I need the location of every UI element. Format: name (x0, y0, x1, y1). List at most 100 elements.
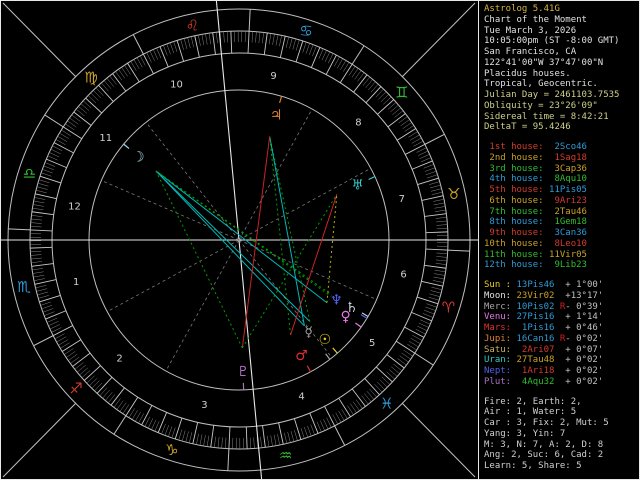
degree-tick (431, 191, 443, 195)
degree-tick (31, 215, 43, 217)
degree-tick (157, 412, 168, 433)
degree-tick (37, 182, 49, 187)
degree-tick (212, 32, 216, 55)
sign-divider (227, 448, 230, 471)
house-cusp-line (101, 180, 240, 241)
house-cusp-line (145, 122, 240, 241)
degree-tick (320, 420, 326, 431)
degree-tick (30, 257, 42, 260)
degree-tick (411, 160, 433, 170)
degree-tick (378, 91, 387, 100)
degree-tick (433, 202, 445, 206)
degree-tick (433, 199, 445, 202)
degree-tick (210, 425, 215, 448)
degree-tick (36, 186, 48, 190)
degree-tick (149, 50, 155, 61)
degree-tick (142, 53, 154, 74)
degree-tick (303, 426, 309, 438)
degree-tick (294, 430, 298, 441)
sagittarius-sign-icon: ♐ (69, 379, 82, 397)
degree-tick (214, 436, 216, 448)
info-line: 10:05:00pm (ST -8:00 GMT) (484, 36, 620, 47)
degree-tick (45, 310, 67, 320)
sign-divider (334, 425, 346, 446)
aspect-line-opposition (269, 136, 305, 327)
house-row: 7th house: 2Tau46 (484, 206, 587, 217)
leo-sign-icon: ♌ (186, 16, 199, 34)
degree-tick (50, 148, 61, 155)
degree-tick (411, 311, 432, 322)
degree-tick (434, 273, 446, 276)
sign-divider (33, 335, 54, 347)
degree-tick (434, 209, 446, 212)
degree-tick (185, 431, 189, 443)
degree-tick (189, 432, 193, 444)
planet-row: Mars: 1Pis16 + 0°46' (484, 323, 604, 333)
degree-tick (51, 327, 62, 333)
degree-tick (159, 46, 169, 68)
house-number: 3 (201, 400, 207, 411)
degree-tick (44, 311, 55, 316)
house-number: 7 (399, 194, 405, 205)
house-row: 4th house: 8Aqu10 (484, 174, 587, 185)
angle-axis-line (215, 1, 240, 241)
degree-tick (429, 184, 441, 189)
degree-tick (285, 36, 289, 48)
degree-tick (190, 36, 194, 48)
degree-tick (178, 429, 183, 441)
degree-tick (35, 193, 57, 200)
moon-tick (123, 143, 130, 150)
degree-tick (199, 434, 203, 446)
degree-tick (430, 188, 442, 192)
tally-line: Air : 1, Water: 5 (484, 407, 577, 418)
sign-divider (248, 9, 251, 32)
info-line: Obliquity = 23°26'09" (484, 100, 598, 111)
jupiter-tick (279, 96, 283, 104)
degree-tick (433, 276, 445, 280)
degree-tick (173, 41, 178, 53)
planet-row: Venu: 27Pis16 + 1°14' (484, 312, 604, 323)
info-line: 122°41'00"W 37°47'00"N (484, 57, 604, 68)
house-number: 4 (298, 392, 304, 403)
degree-tick (262, 32, 264, 44)
saturn-icon: ♄ (345, 300, 358, 316)
degree-tick (309, 412, 319, 434)
degree-tick (35, 285, 47, 289)
degree-tick (424, 213, 447, 217)
degree-tick (273, 434, 277, 446)
sign-divider (113, 415, 127, 435)
degree-tick (221, 437, 223, 449)
degree-tick (230, 31, 233, 54)
info-line: Tropical, Geocentric. (484, 79, 598, 90)
degree-tick (30, 226, 42, 228)
corner-line (401, 2, 476, 78)
degree-tick (31, 263, 54, 267)
info-line: DeltaT = 95.4246 (484, 122, 571, 133)
house-row: 9th house: 3Can36 (484, 228, 587, 238)
house-row: 11th house: 11Vir05 (484, 249, 587, 260)
degree-tick (161, 423, 166, 435)
degree-tick (152, 49, 158, 60)
planet-row: Moon: 23Vir02 +13°17' (484, 290, 604, 301)
uranus-tick (368, 175, 376, 181)
degree-tick (164, 425, 170, 436)
pluto-icon: ♇ (237, 364, 250, 380)
degree-tick (194, 35, 200, 58)
degree-tick (93, 90, 102, 99)
house-number: 5 (369, 338, 375, 349)
degree-tick (404, 326, 425, 338)
info-line: Sidereal time = 8:42:21 (484, 111, 609, 122)
degree-tick (183, 38, 188, 50)
degree-tick (435, 263, 447, 265)
house-row: 2nd house: 1Sag18 (484, 152, 587, 163)
info-line: Tue March 3, 2026 (484, 25, 577, 36)
degree-tick (275, 34, 279, 46)
degree-tick (30, 254, 42, 256)
degree-tick (430, 290, 442, 294)
degree-tick (377, 99, 395, 115)
degree-tick (267, 435, 270, 447)
tally-line: Fire: 2, Earth: 2, (484, 396, 582, 407)
degree-tick (37, 291, 49, 296)
neptune-icon: ♆ (330, 293, 343, 309)
degree-tick (30, 250, 42, 253)
